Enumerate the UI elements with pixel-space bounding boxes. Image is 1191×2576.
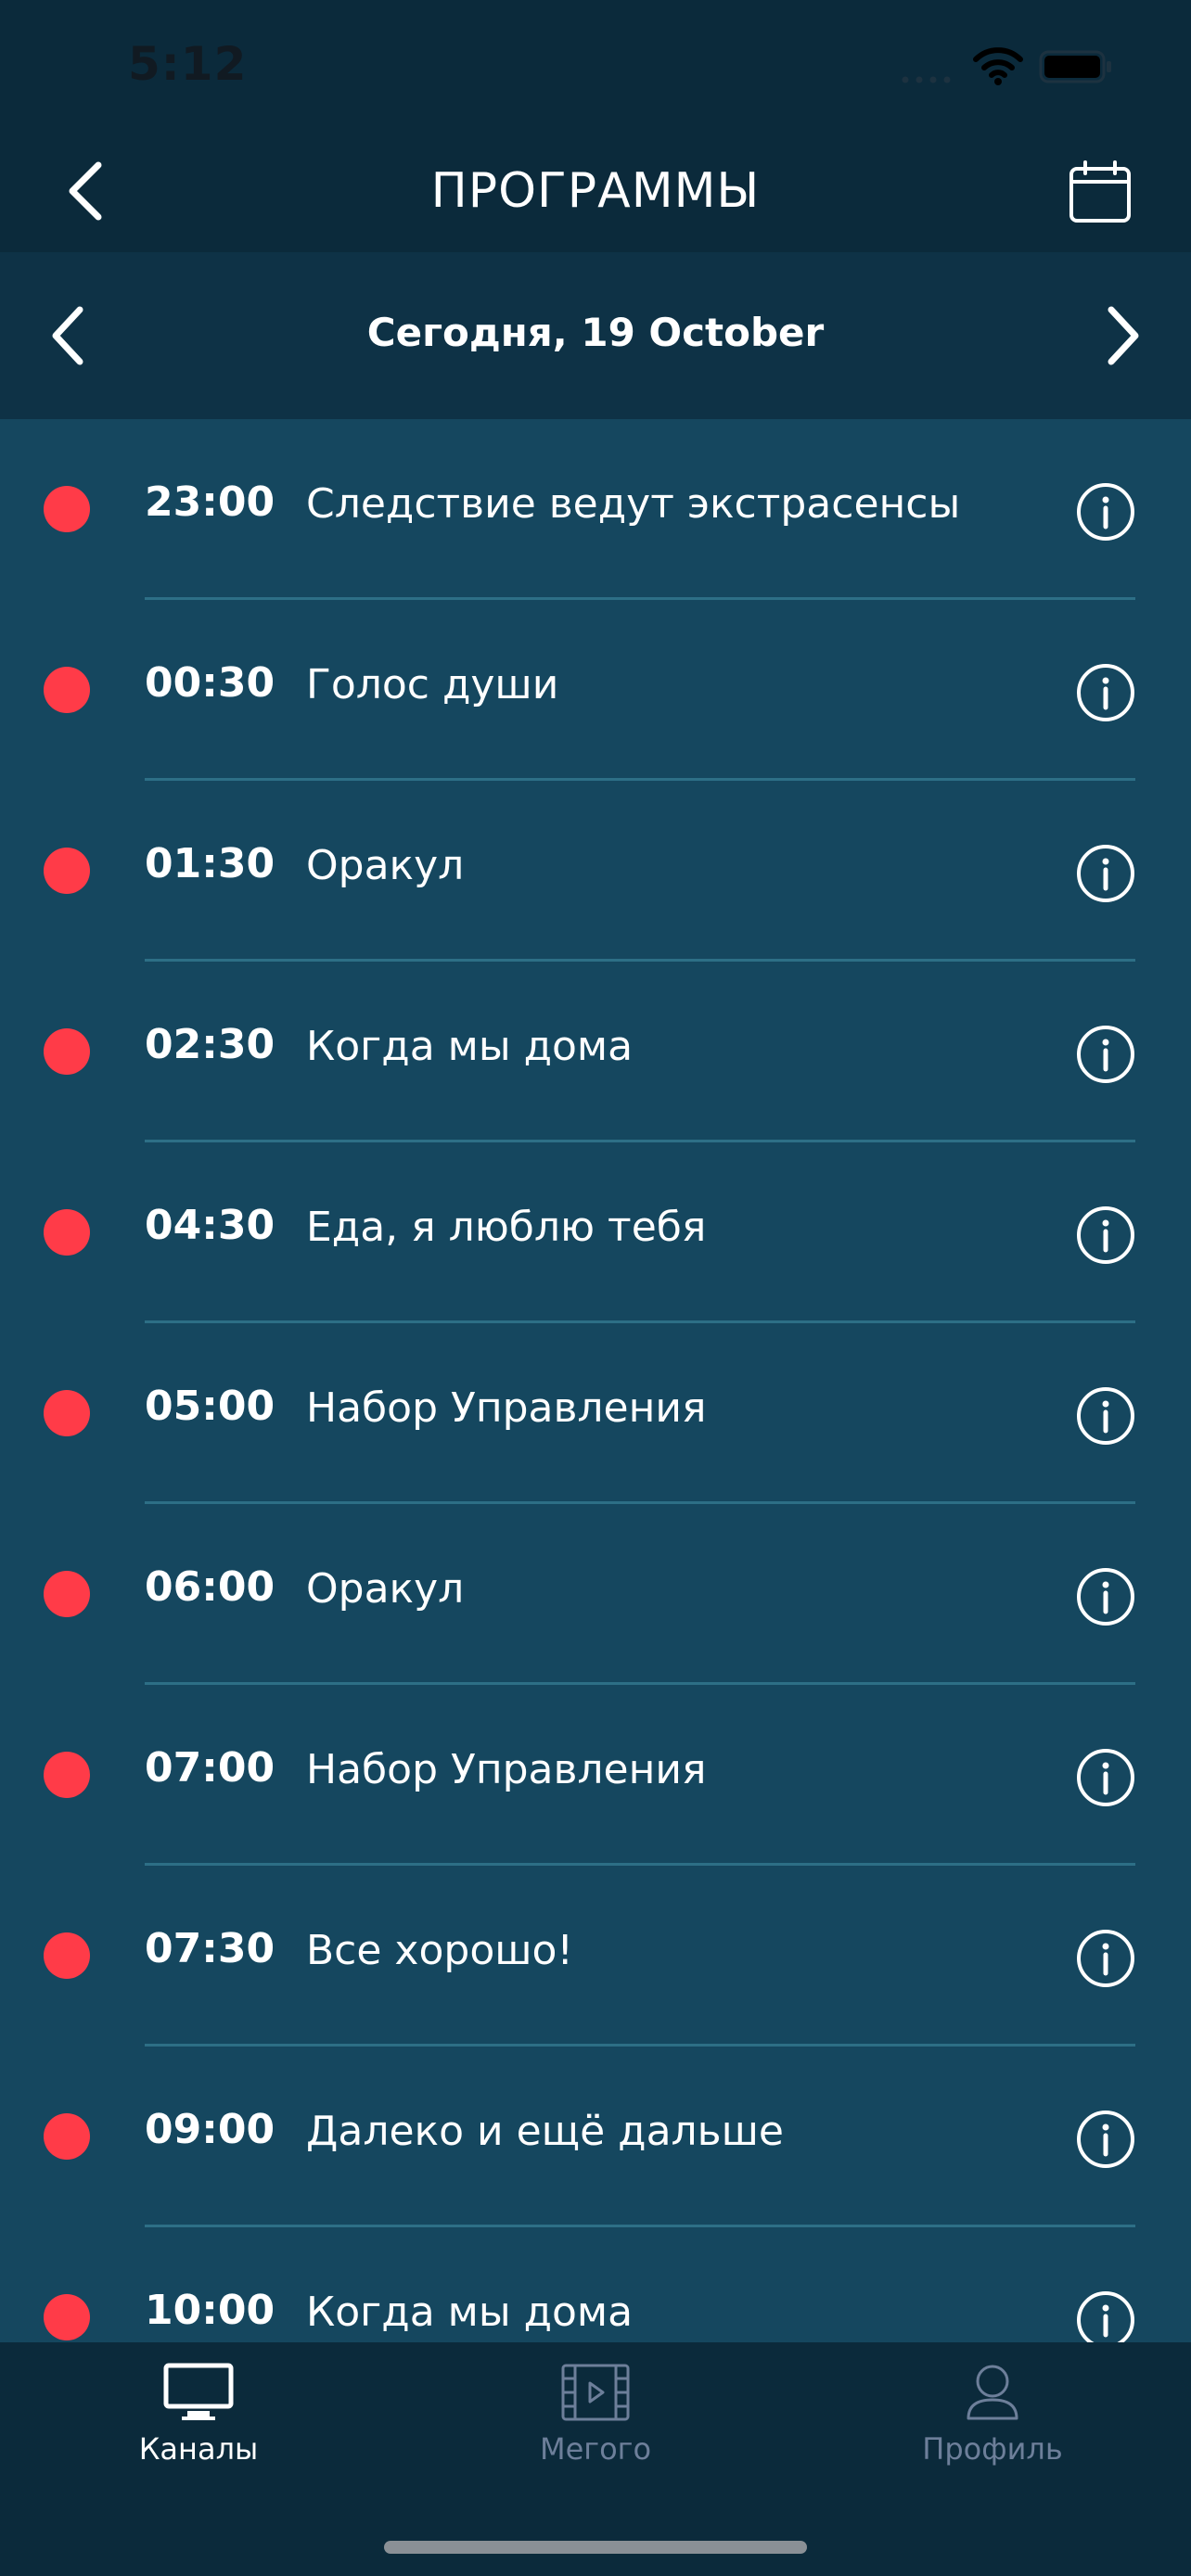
program-row[interactable]: 02:30 Когда мы дома — [0, 962, 1191, 1142]
program-row[interactable]: 06:00 Оракул — [0, 1504, 1191, 1685]
program-time: 09:00 — [145, 2106, 275, 2153]
program-title: Оракул — [306, 1565, 465, 1613]
tab-channels-label: Каналы — [138, 2431, 259, 2467]
user-icon — [967, 2365, 1018, 2420]
program-title: Далеко и ещё дальше — [306, 2108, 784, 2155]
status-bar: 5:12 — [0, 0, 1191, 130]
program-row[interactable]: 05:00 Набор Управления — [0, 1323, 1191, 1504]
program-row[interactable]: 00:30 Голос души — [0, 600, 1191, 781]
info-icon[interactable] — [1076, 844, 1135, 903]
record-indicator — [44, 848, 90, 894]
program-title: Еда, я люблю тебя — [306, 1204, 707, 1251]
record-indicator — [44, 1932, 90, 1979]
wifi-icon — [973, 47, 1023, 85]
program-time: 07:30 — [145, 1925, 275, 1972]
program-row[interactable]: 07:00 Набор Управления — [0, 1685, 1191, 1866]
tab-profile[interactable]: Профиль — [872, 2363, 1113, 2493]
signal-icon — [902, 76, 951, 83]
program-time: 23:00 — [145, 478, 275, 526]
info-icon[interactable] — [1076, 482, 1135, 542]
program-time: 10:00 — [145, 2287, 275, 2334]
info-icon[interactable] — [1076, 1205, 1135, 1265]
next-day-button[interactable] — [1091, 302, 1150, 369]
record-indicator — [44, 1028, 90, 1075]
tv-icon — [163, 2363, 234, 2420]
info-icon[interactable] — [1076, 1567, 1135, 1626]
info-icon[interactable] — [1076, 1748, 1135, 1807]
program-title: Оракул — [306, 842, 465, 889]
program-time: 06:00 — [145, 1563, 275, 1611]
program-title: Следствие ведут экстрасенсы — [306, 480, 961, 528]
record-indicator — [44, 486, 90, 532]
program-row[interactable]: 10:00 Когда мы дома — [0, 2227, 1191, 2342]
program-time: 04:30 — [145, 1202, 275, 1249]
date-selector: Сегодня, 19 October — [0, 252, 1191, 419]
info-icon[interactable] — [1076, 663, 1135, 722]
info-icon[interactable] — [1076, 1929, 1135, 1988]
program-time: 01:30 — [145, 840, 275, 887]
program-title: Голос души — [306, 661, 559, 708]
tab-megogo[interactable]: Мегого — [475, 2363, 716, 2493]
info-icon[interactable] — [1076, 1025, 1135, 1084]
program-row[interactable]: 01:30 Оракул — [0, 781, 1191, 962]
tab-megogo-label: Мегого — [539, 2431, 652, 2467]
program-time: 05:00 — [145, 1383, 275, 1430]
tab-channels[interactable]: Каналы — [78, 2363, 319, 2493]
battery-icon — [1039, 50, 1111, 83]
program-row[interactable]: 09:00 Далеко и ещё дальше — [0, 2047, 1191, 2227]
program-time: 07:00 — [145, 1744, 275, 1792]
record-indicator — [44, 667, 90, 713]
record-indicator — [44, 1209, 90, 1256]
film-icon — [561, 2364, 630, 2421]
program-title: Набор Управления — [306, 1746, 707, 1793]
record-indicator — [44, 2113, 90, 2160]
program-title: Когда мы дома — [306, 2289, 634, 2336]
program-row[interactable]: 23:00 Следствие ведут экстрасенсы — [0, 419, 1191, 600]
navigation-bar: ПРОГРАММЫ — [0, 130, 1191, 252]
program-title: Набор Управления — [306, 1384, 707, 1432]
record-indicator — [44, 1390, 90, 1436]
program-time: 02:30 — [145, 1021, 275, 1068]
program-title: Все хорошо! — [306, 1927, 574, 1974]
record-indicator — [44, 1752, 90, 1798]
program-row[interactable]: 07:30 Все хорошо! — [0, 1866, 1191, 2047]
calendar-icon[interactable] — [1067, 159, 1133, 226]
info-icon[interactable] — [1076, 2110, 1135, 2169]
info-icon[interactable] — [1076, 1386, 1135, 1446]
page-title: ПРОГРАММЫ — [430, 163, 761, 219]
current-date-label: Сегодня, 19 October — [366, 310, 825, 355]
info-icon[interactable] — [1076, 2290, 1135, 2342]
program-time: 00:30 — [145, 659, 275, 707]
record-indicator — [44, 2294, 90, 2340]
program-row[interactable]: 04:30 Еда, я люблю тебя — [0, 1142, 1191, 1323]
home-indicator — [384, 2541, 807, 2554]
record-indicator — [44, 1571, 90, 1617]
program-list[interactable]: 23:00 Следствие ведут экстрасенсы 00:30 Гол… — [0, 419, 1191, 2342]
tab-profile-label: Профиль — [922, 2431, 1063, 2467]
program-title: Когда мы дома — [306, 1023, 634, 1070]
status-time: 5:12 — [128, 37, 248, 91]
